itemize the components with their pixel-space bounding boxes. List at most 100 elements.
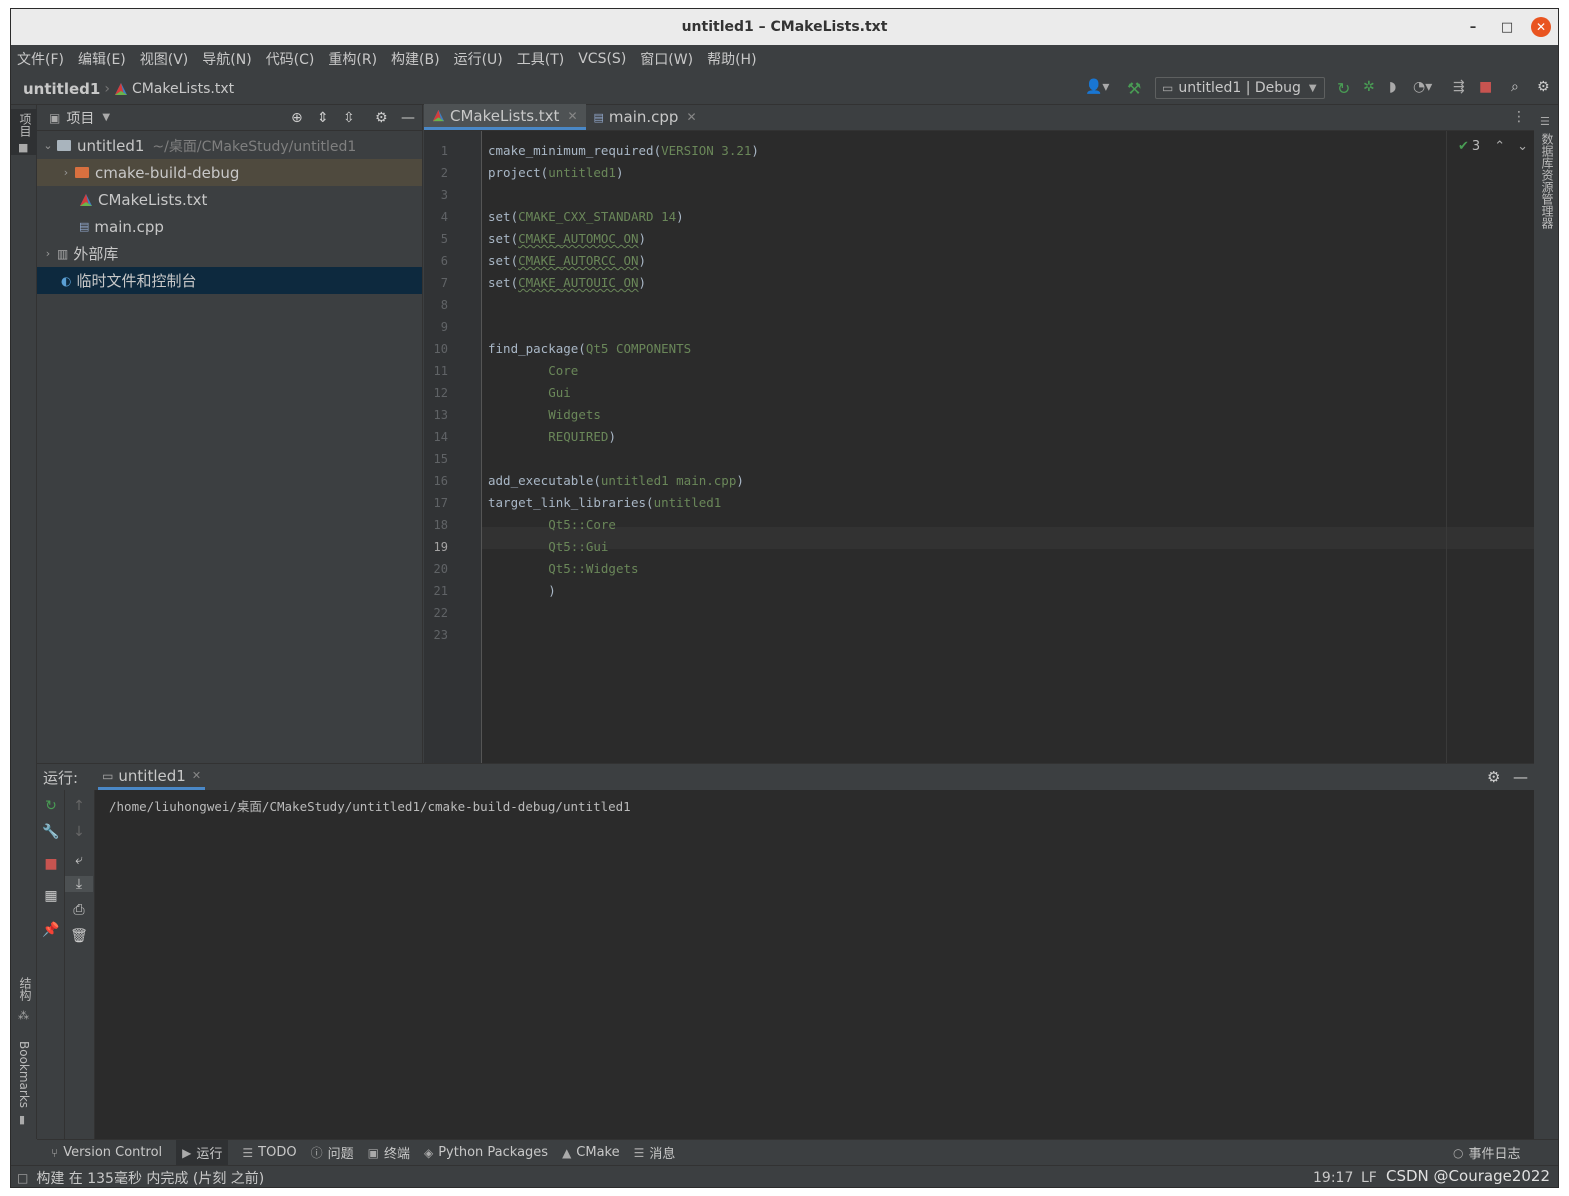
line-separator[interactable]: LF (1361, 1170, 1377, 1186)
stop-icon[interactable]: ■ (1479, 79, 1492, 95)
console-output[interactable]: /home/liuhongwei/桌面/CMakeStudy/untitled1… (109, 796, 631, 815)
code-line[interactable]: REQUIRED) (488, 429, 616, 444)
tree-item-external-libraries[interactable]: › ▥ 外部库 (37, 240, 422, 267)
hide-panel-icon[interactable]: — (401, 110, 415, 126)
project-panel-title[interactable]: 项目 (66, 108, 94, 128)
tab-main-cpp[interactable]: ▤ main.cpp ✕ (586, 104, 705, 130)
bookmarks-tool-tab[interactable]: Bookmarks ▮ (11, 1039, 37, 1129)
code-line[interactable]: Qt5::Widgets (488, 561, 638, 576)
run-tab-untitled1[interactable]: ▭ untitled1 ✕ (98, 764, 206, 790)
debug-bug-icon[interactable]: ✲ (1363, 79, 1375, 95)
gear-icon[interactable]: ⚙ (1537, 79, 1550, 95)
breadcrumb-file[interactable]: CMakeLists.txt (114, 81, 234, 97)
code-line[interactable]: project(untitled1) (488, 165, 623, 180)
code-line[interactable]: Gui (488, 385, 571, 400)
build-hammer-icon[interactable]: ⚒ (1127, 79, 1141, 98)
tree-item-cmake-build-debug[interactable]: › cmake-build-debug (37, 159, 422, 186)
locate-icon[interactable]: ⊕ (291, 110, 303, 126)
arrow-up-icon[interactable]: ↑ (65, 798, 93, 814)
project-tool-tab[interactable]: 项目 ■ (11, 109, 37, 155)
code-line[interactable]: set(CMAKE_CXX_STANDARD 14) (488, 209, 684, 224)
chevron-up-icon[interactable]: ⌃ (1494, 139, 1505, 154)
wrench-icon[interactable]: 🔧 (37, 824, 65, 840)
tree-item-cmakelists[interactable]: CMakeLists.txt (37, 186, 422, 213)
chevron-down-icon[interactable]: ▼ (102, 112, 110, 123)
database-tool-tab[interactable]: ☰ 数据库资源管理器 (1533, 115, 1558, 245)
tab-python-packages[interactable]: ◈ Python Packages (424, 1145, 548, 1160)
close-tab-icon[interactable]: ✕ (567, 109, 577, 123)
chevron-right-icon[interactable]: › (57, 166, 75, 179)
arrow-down-icon[interactable]: ↓ (65, 824, 93, 840)
code-line[interactable]: set(CMAKE_AUTOUIC ON) (488, 275, 646, 290)
close-tab-icon[interactable]: ✕ (192, 769, 201, 782)
chevron-down-icon[interactable]: ⌄ (39, 139, 57, 152)
tab-cmakelists[interactable]: CMakeLists.txt ✕ (424, 104, 586, 130)
tab-problems[interactable]: ⓘ 问题 (311, 1143, 354, 1162)
tab-run[interactable]: ▶ 运行 (176, 1139, 229, 1166)
menu-build[interactable]: 构建(B) (391, 49, 440, 69)
trash-icon[interactable]: 🗑 (65, 928, 93, 944)
pin-icon[interactable]: 📌 (37, 922, 65, 938)
code-line[interactable]: Qt5::Core (488, 517, 616, 532)
inspection-widget[interactable]: ✔ 3 ⌃ ⌄ (1458, 139, 1528, 154)
menu-tools[interactable]: 工具(T) (517, 49, 564, 69)
minimize-icon[interactable]: – (1463, 17, 1483, 37)
menu-edit[interactable]: 编辑(E) (78, 49, 126, 69)
tree-item-main-cpp[interactable]: ▤ main.cpp (37, 213, 422, 240)
tab-cmake[interactable]: ▲ CMake (562, 1145, 620, 1160)
tree-item-scratches[interactable]: ◐ 临时文件和控制台 (37, 267, 422, 294)
code-line[interactable]: find_package(Qt5 COMPONENTS (488, 341, 691, 356)
gear-icon[interactable]: ⚙ (1487, 768, 1500, 786)
menu-file[interactable]: 文件(F) (17, 49, 64, 69)
menu-run[interactable]: 运行(U) (454, 49, 503, 69)
chevron-right-icon[interactable]: › (39, 247, 57, 260)
tree-item-project-root[interactable]: ⌄ untitled1 ~/桌面/CMakeStudy/untitled1 (37, 132, 422, 159)
code-line[interactable]: Core (488, 363, 578, 378)
chevron-down-icon[interactable]: ⌄ (1517, 139, 1528, 154)
menu-window[interactable]: 窗口(W) (640, 49, 693, 69)
expand-all-icon[interactable]: ⇕ (317, 110, 329, 126)
profile-icon[interactable]: ◔▾ (1413, 79, 1432, 95)
code-line[interactable]: set(CMAKE_AUTOMOC ON) (488, 231, 646, 246)
collapse-all-icon[interactable]: ⇳ (343, 110, 355, 126)
menu-help[interactable]: 帮助(H) (707, 49, 756, 69)
search-icon[interactable]: ⌕ (1511, 79, 1519, 95)
menu-code[interactable]: 代码(C) (266, 49, 315, 69)
tab-terminal[interactable]: ▣ 终端 (368, 1143, 410, 1163)
close-icon[interactable]: ✕ (1531, 17, 1551, 37)
menu-refactor[interactable]: 重构(R) (328, 49, 377, 69)
hide-panel-icon[interactable]: — (1513, 768, 1528, 786)
code-line[interactable]: Widgets (488, 407, 601, 422)
attach-icon[interactable]: ⇶ (1453, 79, 1465, 95)
more-tabs-icon[interactable]: ⋮ (1512, 109, 1526, 125)
tab-messages[interactable]: ☰ 消息 (634, 1143, 676, 1163)
print-icon[interactable]: ⎙ (65, 902, 93, 918)
gear-icon[interactable]: ⚙ (375, 110, 388, 126)
menu-view[interactable]: 视图(V) (140, 49, 189, 69)
code-line[interactable]: cmake_minimum_required(VERSION 3.21) (488, 143, 759, 158)
run-config-selector[interactable]: ▭ untitled1 | Debug ▼ (1155, 77, 1325, 99)
tab-todo[interactable]: ☰ TODO (242, 1145, 296, 1160)
maximize-icon[interactable]: □ (1497, 17, 1517, 37)
rerun-icon[interactable]: ↻ (1337, 79, 1350, 98)
soft-wrap-icon[interactable]: ⤶ (65, 852, 93, 868)
scroll-to-end-icon[interactable]: ⤓ (65, 876, 93, 892)
code-line[interactable]: Qt5::Gui (488, 539, 608, 554)
coverage-icon[interactable]: ◗ (1389, 79, 1396, 95)
rerun-icon[interactable]: ↻ (37, 798, 65, 814)
toggle-tool-windows-icon[interactable]: □ (17, 1171, 28, 1185)
code-line[interactable]: add_executable(untitled1 main.cpp) (488, 473, 744, 488)
stop-icon[interactable]: ■ (37, 856, 65, 872)
menu-vcs[interactable]: VCS(S) (578, 51, 626, 67)
status-message[interactable]: 构建 在 135毫秒 内完成 (片刻 之前) (36, 1168, 264, 1188)
event-log-button[interactable]: ○ 事件日志 (1453, 1143, 1521, 1163)
user-icon[interactable]: 👤▾ (1085, 79, 1109, 95)
code-line[interactable]: target_link_libraries(untitled1 (488, 495, 721, 510)
menu-navigate[interactable]: 导航(N) (202, 49, 251, 69)
code-line[interactable]: ) (488, 583, 556, 598)
layout-icon[interactable]: ▦ (37, 888, 65, 904)
close-tab-icon[interactable]: ✕ (686, 110, 696, 124)
breadcrumb-project[interactable]: untitled1 (23, 80, 100, 98)
code-line[interactable]: set(CMAKE_AUTORCC ON) (488, 253, 646, 268)
structure-tool-tab[interactable]: 结构 ⁂ (11, 975, 37, 1025)
